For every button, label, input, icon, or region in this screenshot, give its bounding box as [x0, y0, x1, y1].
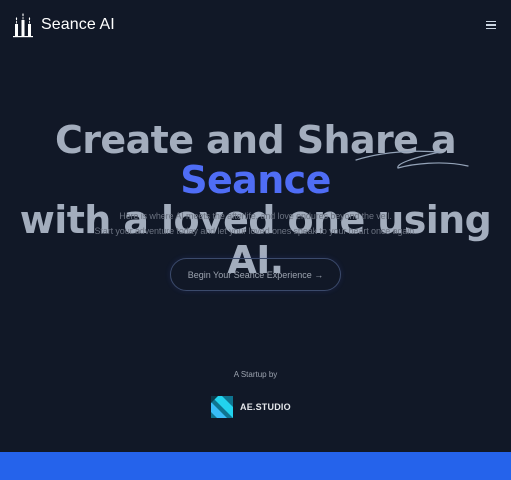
hero-accent-word: Seance: [180, 158, 331, 202]
ae-studio-name: AE.STUDIO: [240, 402, 291, 412]
startup-caption: A Startup by: [233, 370, 278, 379]
ae-studio-logo-icon: [211, 396, 233, 418]
footer-band: [0, 452, 511, 480]
candles-icon: [13, 13, 33, 38]
begin-seance-button[interactable]: Begin Your Seance Experience →: [170, 258, 341, 291]
brand-name: Seance AI: [41, 16, 115, 33]
hamburger-menu-icon[interactable]: [483, 17, 499, 33]
brand-link[interactable]: Seance AI: [12, 12, 115, 38]
ae-studio-link[interactable]: AE.STUDIO: [211, 396, 291, 418]
top-nav: Seance AI: [0, 0, 511, 50]
hero-title: Create and Share a Seance with a loved o…: [0, 120, 511, 280]
hero-subtitle-line2: Start your adventure today and let your …: [94, 226, 417, 236]
hero-line1-prefix: Create and Share a: [55, 118, 457, 162]
hero-subtitle-line1: Here is where AI meets the afterlife, an…: [119, 211, 392, 221]
